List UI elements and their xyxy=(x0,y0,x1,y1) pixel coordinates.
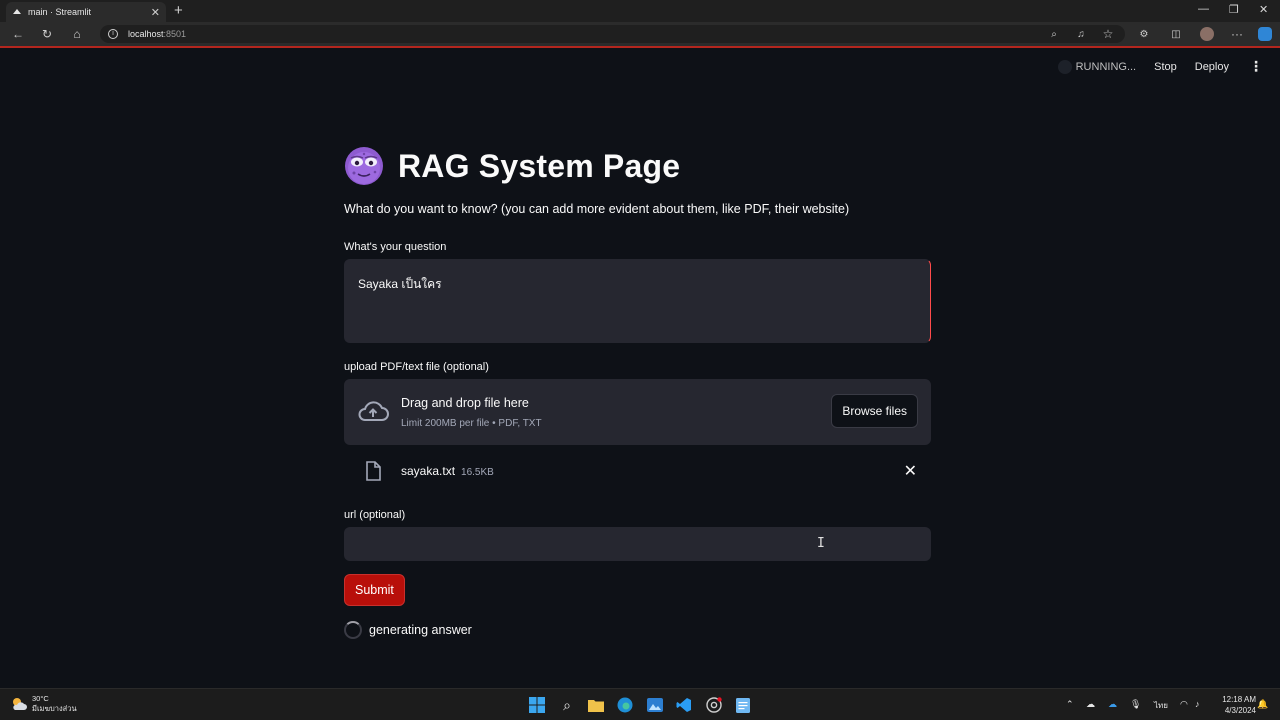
dropzone-instructions: Drag and drop file here xyxy=(401,396,529,410)
stop-button[interactable]: Stop xyxy=(1154,61,1177,73)
input-language[interactable]: ไทย xyxy=(1154,699,1168,712)
reload-icon[interactable]: ↻ xyxy=(39,26,55,42)
split-screen-icon[interactable]: ◫ xyxy=(1168,26,1184,42)
url-label: url (optional) xyxy=(344,509,406,521)
browser-toolbar: ← ↻ ⌂ i localhost:8501 ⌕ ♫ ☆ ⚙ ◫ ··· xyxy=(0,22,1280,46)
volume-icon[interactable]: ♪ xyxy=(1195,699,1200,709)
url-input[interactable]: I xyxy=(344,527,931,561)
more-options-icon[interactable]: ··· xyxy=(1229,26,1245,42)
clock-date: 4/3/2024 xyxy=(1224,706,1256,715)
notification-bell-icon[interactable]: 🔔 xyxy=(1257,699,1268,710)
text-cursor-icon: I xyxy=(817,536,825,551)
weather-description: มีเมฆบางส่วน xyxy=(32,704,77,713)
cloud-upload-icon xyxy=(358,401,389,421)
minimize-icon[interactable]: — xyxy=(1198,3,1209,15)
url-port: :8501 xyxy=(163,29,187,39)
weather-widget[interactable]: 30°C มีเมฆบางส่วน xyxy=(10,694,77,714)
uploaded-file-name: sayaka.txt 16.5KB xyxy=(401,464,494,478)
extensions-icon[interactable]: ⚙ xyxy=(1136,26,1152,42)
zoom-icon[interactable]: ⌕ xyxy=(1046,26,1062,42)
restore-icon[interactable]: ❐ xyxy=(1229,3,1239,16)
file-name-text: sayaka.txt xyxy=(401,464,456,478)
window-close-icon[interactable]: ✕ xyxy=(1259,3,1268,16)
onedrive-white-icon[interactable]: ☁ xyxy=(1086,699,1095,710)
status-text: generating answer xyxy=(369,623,472,637)
weather-temperature: 30°C xyxy=(32,694,49,703)
alien-face-icon xyxy=(345,147,383,185)
page-header: RAG System Page xyxy=(344,144,932,188)
page-subtitle: What do you want to know? (you can add m… xyxy=(344,202,850,216)
home-icon[interactable]: ⌂ xyxy=(69,26,85,42)
edge-browser-icon[interactable] xyxy=(616,696,634,714)
photos-icon[interactable] xyxy=(646,696,664,714)
browser-tab[interactable]: main · Streamlit ✕ xyxy=(6,2,166,22)
question-label: What's your question xyxy=(344,241,447,253)
start-icon[interactable] xyxy=(528,696,546,714)
clock-time: 12:18 AM xyxy=(1222,695,1256,704)
new-tab-icon[interactable]: + xyxy=(174,2,183,20)
profile-avatar-icon[interactable] xyxy=(1199,26,1215,42)
file-explorer-icon[interactable] xyxy=(587,696,605,714)
generating-status: generating answer xyxy=(344,621,932,639)
upload-label: upload PDF/text file (optional) xyxy=(344,361,489,373)
browser-tabbar: main · Streamlit ✕ + — ❐ ✕ xyxy=(0,0,1280,22)
tab-close-icon[interactable]: ✕ xyxy=(151,6,160,19)
running-status-text: RUNNING... xyxy=(1075,60,1137,73)
main-menu-icon[interactable]: ⋮ xyxy=(1249,58,1263,75)
remove-file-icon[interactable]: ✕ xyxy=(904,461,917,481)
uploaded-file-row: sayaka.txt 16.5KB ✕ xyxy=(344,451,931,491)
favorite-star-icon[interactable]: ☆ xyxy=(1100,26,1116,42)
running-status: RUNNING... xyxy=(1057,59,1137,74)
vscode-icon[interactable] xyxy=(675,696,693,714)
question-value: Sayaka เป็นใคร xyxy=(358,277,442,291)
spinner-icon xyxy=(344,621,362,639)
file-dropzone[interactable]: Drag and drop file here Limit 200MB per … xyxy=(344,379,931,445)
streamlit-favicon-icon xyxy=(13,9,21,14)
file-icon xyxy=(366,461,381,481)
back-icon[interactable]: ← xyxy=(10,26,26,42)
notepad-icon[interactable] xyxy=(734,696,752,714)
page-title: RAG System Page xyxy=(398,147,681,184)
wifi-icon[interactable]: ◠ xyxy=(1180,699,1188,710)
submit-button[interactable]: Submit xyxy=(344,574,405,606)
read-aloud-icon[interactable]: ♫ xyxy=(1073,26,1089,42)
app-header: RUNNING... Stop Deploy ⋮ xyxy=(1057,58,1263,75)
browse-files-button[interactable]: Browse files xyxy=(831,394,918,428)
chrome-icon[interactable] xyxy=(705,696,723,714)
address-bar[interactable]: i localhost:8501 xyxy=(100,25,1125,43)
partly-cloudy-icon xyxy=(13,698,27,710)
taskbar-search-icon[interactable]: ⌕ xyxy=(558,696,576,714)
streamlit-app: RUNNING... Stop Deploy ⋮ RAG System Page xyxy=(3,48,1277,686)
site-info-icon[interactable]: i xyxy=(108,29,118,39)
dropzone-limit: Limit 200MB per file • PDF, TXT xyxy=(401,418,542,429)
file-size: 16.5KB xyxy=(461,467,494,478)
running-indicator-icon xyxy=(1057,59,1072,74)
microphone-icon[interactable]: 🎙 xyxy=(1130,699,1141,710)
url-host: localhost xyxy=(128,29,164,39)
tray-overflow-icon[interactable]: ⌃ xyxy=(1066,699,1074,710)
copilot-icon[interactable] xyxy=(1257,26,1273,42)
tab-title: main · Streamlit xyxy=(28,7,92,17)
deploy-button[interactable]: Deploy xyxy=(1195,61,1229,73)
onedrive-blue-icon[interactable]: ☁ xyxy=(1108,699,1117,710)
windows-taskbar: 30°C มีเมฆบางส่วน ⌕ ⌃ ☁ ☁ 🎙 ไทย ◠ ♪ 12:1… xyxy=(0,688,1280,720)
system-clock[interactable]: 12:18 AM 4/3/2024 xyxy=(1222,694,1256,716)
question-textarea[interactable]: Sayaka เป็นใคร xyxy=(344,259,931,343)
main-content: RAG System Page What do you want to know… xyxy=(344,144,932,639)
